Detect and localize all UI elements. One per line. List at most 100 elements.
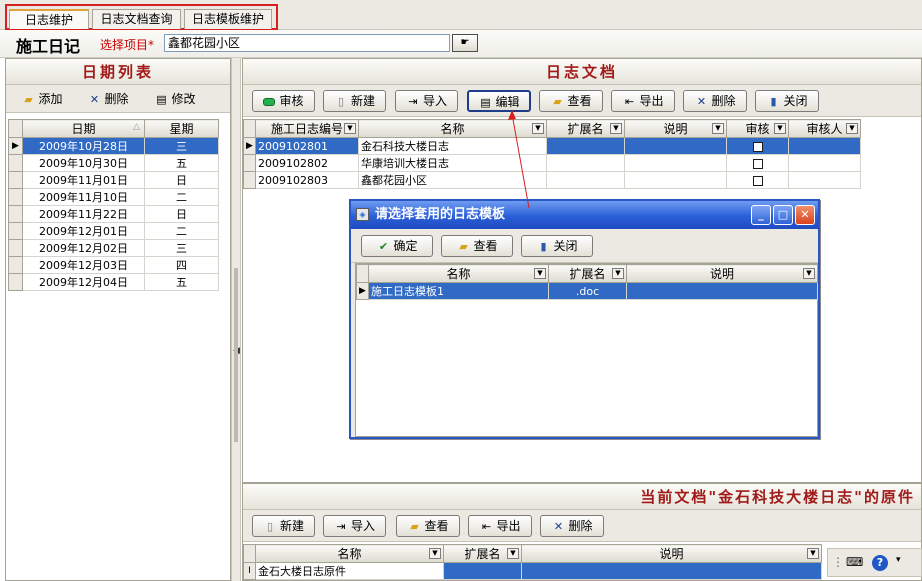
table-row[interactable]: ▶ 2009102801 金石科技大楼日志: [243, 137, 861, 155]
import-button[interactable]: ⇥ 导入: [395, 90, 458, 112]
column-header-date[interactable]: 日期 △: [22, 119, 145, 138]
table-row[interactable]: 2009年12月01日二: [8, 222, 219, 240]
audit-checkbox[interactable]: [752, 141, 763, 152]
audit-cell[interactable]: [726, 171, 789, 189]
delete-original-button[interactable]: ✕ 删除: [540, 515, 604, 537]
weekday-cell: 五: [144, 154, 219, 172]
dropdown-arrow-icon[interactable]: ▼: [429, 548, 441, 559]
new-page-icon: ▯: [266, 520, 274, 533]
column-header-code[interactable]: 施工日志编号 ▼: [255, 119, 359, 138]
edit-document-button[interactable]: ▤ 编辑: [467, 90, 531, 112]
close-icon[interactable]: ✕: [795, 205, 815, 225]
column-header-desc[interactable]: 说明 ▼: [626, 264, 818, 283]
button-label: 关闭: [783, 94, 808, 108]
dropdown-arrow-icon[interactable]: ▼: [807, 548, 819, 559]
dropdown-arrow-icon[interactable]: ▼: [532, 123, 544, 134]
table-row[interactable]: ▶ 施工日志模板1 .doc: [356, 282, 818, 300]
dropdown-arrow-icon[interactable]: ▼: [846, 123, 858, 134]
close-dialog-button[interactable]: ▮ 关闭: [521, 235, 593, 257]
column-header-ext[interactable]: 扩展名 ▼: [443, 544, 522, 563]
export-original-button[interactable]: ⇤ 导出: [468, 515, 532, 537]
close-panel-button[interactable]: ▮ 关闭: [755, 90, 819, 112]
table-row[interactable]: ▶ 2009年10月28日三: [8, 137, 219, 155]
tab-log-template-maintenance[interactable]: 日志模板维护: [184, 9, 272, 29]
view-template-button[interactable]: ▰ 查看: [441, 235, 513, 257]
view-original-button[interactable]: ▰ 查看: [396, 515, 460, 537]
original-file-toolbar: ▯ 新建 ⇥ 导入 ▰ 查看 ⇤ 导出 ✕ 删除: [243, 510, 921, 542]
table-row[interactable]: I 金石大楼日志原件: [243, 562, 822, 580]
audit-button[interactable]: 审核: [252, 90, 315, 112]
delete-date-button[interactable]: ✕ 删除: [82, 88, 134, 110]
weekday-cell: 日: [144, 205, 219, 223]
dropdown-arrow-icon[interactable]: ▼: [612, 268, 624, 279]
column-header-ext[interactable]: 扩展名 ▼: [548, 264, 627, 283]
project-input[interactable]: 鑫都花园小区: [164, 34, 450, 52]
maximize-icon[interactable]: □: [773, 205, 793, 225]
table-row[interactable]: 2009年11月01日日: [8, 171, 219, 189]
dropdown-arrow-icon[interactable]: ▼: [507, 548, 519, 559]
confirm-button[interactable]: ✔ 确定: [361, 235, 433, 257]
dropdown-arrow-icon[interactable]: ▼: [534, 268, 546, 279]
dropdown-arrow-icon[interactable]: ▼: [344, 123, 356, 134]
dialog-title-bar[interactable]: ◈ 请选择套用的日志模板 _ □ ✕: [351, 201, 818, 229]
delete-document-button[interactable]: ✕ 删除: [683, 90, 747, 112]
import-arrow-icon: ⇥: [336, 520, 346, 533]
audit-cell[interactable]: [726, 154, 789, 172]
import-original-button[interactable]: ⇥ 导入: [323, 515, 386, 537]
row-indicator-icon: [243, 154, 256, 172]
table-row[interactable]: 2009年12月04日五: [8, 273, 219, 291]
header-label: 名称: [446, 267, 471, 281]
column-header-name[interactable]: 名称 ▼: [368, 264, 549, 283]
row-indicator-icon: [8, 273, 23, 291]
audit-checkbox[interactable]: [752, 158, 763, 169]
header-label: 日期: [71, 122, 96, 136]
column-header-ext[interactable]: 扩展名 ▼: [546, 119, 625, 138]
tab-log-maintenance[interactable]: 日志维护: [9, 9, 89, 29]
date-cell: 2009年10月28日: [22, 137, 145, 155]
audit-checkbox[interactable]: [752, 175, 763, 186]
row-edit-indicator-icon: I: [243, 562, 256, 580]
column-header-desc[interactable]: 说明 ▼: [521, 544, 822, 563]
project-picker-button[interactable]: ☛: [452, 34, 478, 52]
header-label: 扩展名: [567, 122, 604, 136]
keyboard-icon[interactable]: ⌨: [846, 555, 863, 569]
header-label: 名称: [337, 547, 362, 561]
help-icon[interactable]: ?: [872, 555, 888, 571]
edit-date-button[interactable]: ▤ 修改: [148, 88, 202, 110]
table-row[interactable]: 2009年12月03日四: [8, 256, 219, 274]
column-header-audit[interactable]: 审核 ▼: [726, 119, 789, 138]
splitter-scroll-thumb[interactable]: [234, 268, 238, 442]
tab-log-document-query[interactable]: 日志文档查询: [92, 9, 181, 29]
header-label: 说明: [709, 267, 734, 281]
dropdown-arrow-icon[interactable]: ▼: [610, 123, 622, 134]
column-header-desc[interactable]: 说明 ▼: [624, 119, 727, 138]
new-document-button[interactable]: ▯ 新建: [323, 90, 386, 112]
date-list-panel: 日期列表 ▰ 添加 ✕ 删除 ▤ 修改 日期 △ 星期 ▶ 2009年10月28日三 200…: [5, 58, 231, 581]
add-date-button[interactable]: ▰ 添加: [16, 88, 68, 110]
row-indicator-icon: [8, 205, 23, 223]
table-row[interactable]: 2009年10月30日五: [8, 154, 219, 172]
new-original-button[interactable]: ▯ 新建: [252, 515, 315, 537]
desc-cell: [626, 282, 818, 300]
column-header-weekday[interactable]: 星期: [144, 119, 219, 138]
header-label: 星期: [169, 122, 194, 136]
export-button[interactable]: ⇤ 导出: [611, 90, 675, 112]
table-row[interactable]: 2009年12月02日三: [8, 239, 219, 257]
row-indicator-icon: [243, 171, 256, 189]
table-row[interactable]: 2009102802 华康培训大楼日志: [243, 154, 861, 172]
table-row[interactable]: 2009年11月22日日: [8, 205, 219, 223]
column-header-name[interactable]: 名称 ▼: [358, 119, 547, 138]
column-header-name[interactable]: 名称 ▼: [255, 544, 444, 563]
chevron-down-icon[interactable]: ▾: [896, 555, 901, 565]
dropdown-arrow-icon[interactable]: ▼: [774, 123, 786, 134]
minimize-icon[interactable]: _: [751, 205, 771, 225]
dropdown-arrow-icon[interactable]: ▼: [712, 123, 724, 134]
table-row[interactable]: 2009102803 鑫都花园小区: [243, 171, 861, 189]
dropdown-arrow-icon[interactable]: ▼: [803, 268, 815, 279]
table-row[interactable]: 2009年11月10日二: [8, 188, 219, 206]
date-list-toolbar: ▰ 添加 ✕ 删除 ▤ 修改: [6, 85, 230, 113]
audit-cell[interactable]: [726, 137, 789, 155]
header-label: 名称: [440, 122, 465, 136]
view-document-button[interactable]: ▰ 查看: [539, 90, 603, 112]
column-header-auditor[interactable]: 审核人 ▼: [788, 119, 861, 138]
